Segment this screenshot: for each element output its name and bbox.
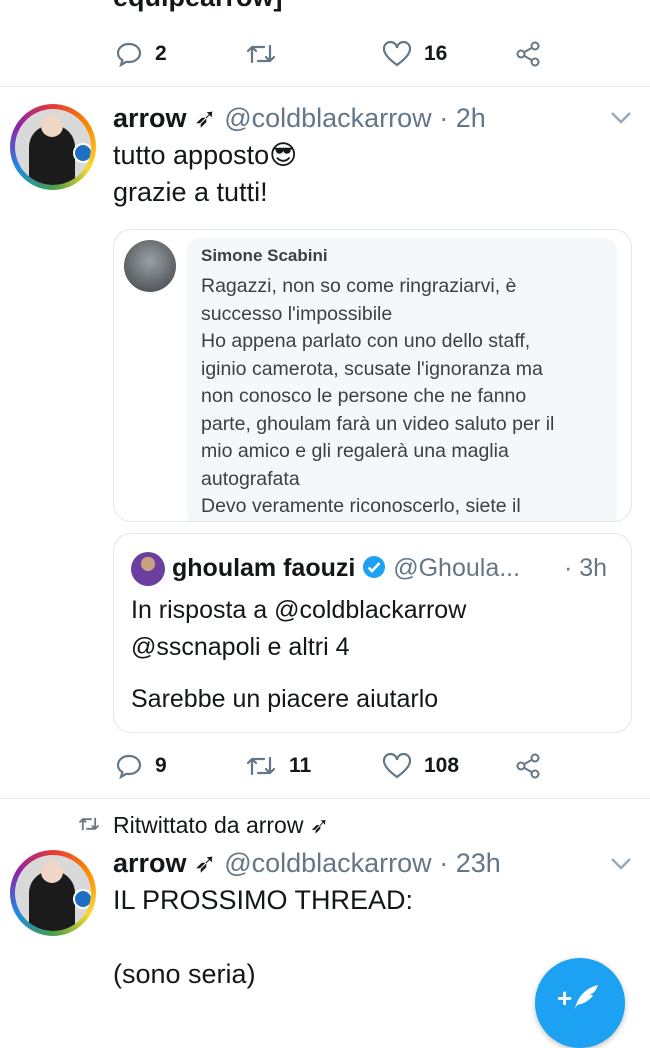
retweet-icon — [246, 44, 276, 64]
reply-count: 9 — [155, 754, 167, 777]
retweet-count: 11 — [289, 754, 312, 777]
heart-icon — [382, 40, 412, 67]
rocket-icon: ➶ — [194, 848, 217, 878]
previous-tweet-text: equipearrow] — [113, 0, 283, 13]
feather-icon — [575, 985, 598, 1009]
tweet-text-line: grazie a tutti! — [113, 177, 268, 207]
retweet-label[interactable]: Ritwittato da arrow ➶ — [113, 811, 329, 839]
divider — [0, 798, 650, 799]
rocket-icon: ➶ — [194, 103, 217, 133]
like-action[interactable]: 16 — [382, 40, 447, 68]
screenshot-avatar — [124, 240, 176, 292]
tweet-header: arrow ➶ @coldblackarrow · 23h — [113, 846, 501, 880]
display-name[interactable]: arrow — [113, 103, 187, 133]
reply-context-line: In risposta a @coldblackarrow — [131, 596, 467, 624]
quoted-time: 3h — [579, 554, 608, 582]
tweet-text-line: tutto apposto — [113, 140, 270, 170]
handle[interactable]: @coldblackarrow — [224, 848, 431, 878]
retweet-label-text: Ritwittato da arrow — [113, 812, 304, 838]
chevron-down-icon[interactable] — [610, 857, 632, 871]
tweet-text-line: IL PROSSIMO THREAD: — [113, 885, 414, 915]
share-action[interactable] — [515, 752, 543, 780]
retweet-icon — [246, 756, 276, 776]
avatar[interactable] — [10, 850, 96, 936]
screenshot-line: Ho appena parlato con uno dello staff, — [201, 330, 531, 352]
screenshot-line: Devo veramente riconoscerlo, siete il — [201, 495, 521, 517]
retweet-action[interactable]: 11 — [245, 752, 311, 780]
plus-icon: + — [557, 983, 573, 1013]
reply-context-line: @sscnapoli e altri 4 — [131, 633, 350, 661]
quoted-timestamp: · 3h — [564, 551, 607, 585]
reply-icon — [116, 754, 142, 780]
tweet-text: IL PROSSIMO THREAD: (sono seria) — [113, 882, 413, 993]
retweet-small-icon — [79, 817, 99, 831]
like-action[interactable]: 108 — [382, 752, 459, 780]
quoted-reply-context: In risposta a @coldblackarrow @sscnapoli… — [131, 592, 466, 666]
display-name[interactable]: arrow — [113, 848, 187, 878]
quoted-text: Sarebbe un piacere aiutarlo — [131, 685, 439, 713]
separator-dot: · — [564, 554, 573, 582]
divider — [0, 86, 650, 87]
reply-icon — [116, 42, 142, 68]
separator-dot: · — [439, 848, 449, 878]
screenshot-line: mio amico e gli regalerà una maglia — [201, 440, 509, 462]
tweet-text: tutto apposto😎 grazie a tutti! — [113, 137, 297, 211]
screenshot-line: parte, ghoulam farà un video saluto per … — [201, 412, 555, 435]
screenshot-line: Ragazzi, non so come ringraziarvi, è — [201, 275, 517, 297]
quoted-tweet[interactable]: ghoulam faouzi @Ghoula... · 3h In rispos… — [113, 533, 632, 733]
attached-image[interactable]: Simone Scabini Ragazzi, non so come ring… — [113, 229, 632, 522]
screenshot-line: iginio camerota, scusate l'ignoranza ma — [201, 357, 543, 380]
compose-tweet-button[interactable]: + — [535, 958, 625, 1048]
tweet-text-line: (sono seria) — [113, 959, 256, 989]
separator-dot: · — [439, 103, 449, 133]
quoted-header: ghoulam faouzi @Ghoula... — [172, 551, 520, 585]
like-count: 16 — [424, 42, 448, 65]
handle[interactable]: @coldblackarrow — [224, 103, 431, 133]
share-action[interactable] — [515, 40, 543, 68]
heart-icon — [382, 752, 412, 779]
screenshot-message: Ragazzi, non so come ringraziarvi, è succ… — [201, 273, 554, 521]
timestamp[interactable]: 2h — [456, 103, 486, 133]
quoted-handle: @Ghoula... — [393, 554, 521, 582]
verified-badge-icon — [363, 556, 386, 578]
reply-action[interactable]: 9 — [115, 752, 167, 780]
reply-action[interactable]: 2 — [115, 40, 167, 68]
screenshot-line: non conosco le persone che ne fanno — [201, 385, 527, 407]
screenshot-line: autografata — [201, 467, 300, 490]
quoted-avatar — [131, 552, 165, 586]
share-icon — [516, 41, 540, 67]
screenshot-author: Simone Scabini — [201, 246, 328, 265]
avatar[interactable] — [10, 104, 96, 190]
retweet-action[interactable] — [245, 40, 289, 68]
sunglasses-emoji: 😎 — [269, 140, 298, 170]
like-count: 108 — [424, 754, 460, 777]
quoted-display-name: ghoulam faouzi — [172, 554, 356, 582]
share-icon — [516, 753, 540, 779]
timestamp[interactable]: 23h — [456, 848, 501, 878]
chevron-down-icon[interactable] — [610, 111, 632, 125]
screenshot-line: successo l'impossibile — [201, 302, 393, 325]
reply-count: 2 — [155, 42, 167, 65]
rocket-icon: ➶ — [309, 812, 330, 838]
tweet-header: arrow ➶ @coldblackarrow · 2h — [113, 101, 486, 135]
